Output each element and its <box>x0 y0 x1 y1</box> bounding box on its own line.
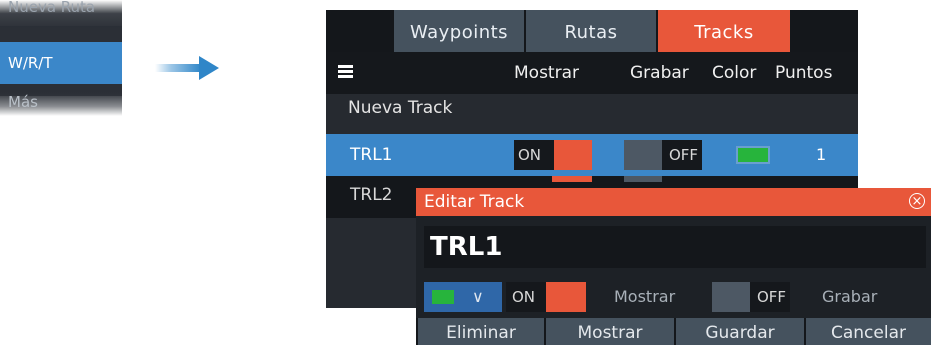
column-color[interactable]: Color <box>712 52 756 94</box>
tab-tracks[interactable]: Tracks <box>658 10 790 52</box>
menu-icon[interactable] <box>338 65 354 79</box>
track-name: TRL2 <box>350 185 393 205</box>
tab-waypoints[interactable]: Waypoints <box>394 10 524 52</box>
column-header: Mostrar Grabar Color Puntos <box>326 52 858 94</box>
show-toggle-label: ON <box>512 288 536 306</box>
track-color-swatch[interactable] <box>736 146 770 164</box>
track-name-field[interactable]: TRL1 <box>424 226 926 268</box>
column-grabar[interactable]: Grabar <box>630 52 689 94</box>
tab-rutas[interactable]: Rutas <box>526 10 656 52</box>
track-name-value: TRL1 <box>430 232 503 262</box>
new-track-item[interactable]: Nueva Track <box>348 98 452 118</box>
dialog-button-bar: Eliminar Mostrar Guardar Cancelar <box>416 318 931 345</box>
dialog-title: Editar Track <box>424 192 525 212</box>
menu-item-nueva-ruta[interactable]: Nueva Ruta <box>0 0 122 30</box>
show-toggle-label: ON <box>518 146 542 164</box>
edit-track-dialog: Editar Track × TRL1 ∨ ON Mostrar OFF Gra… <box>416 188 931 345</box>
toggle-knob <box>712 282 750 312</box>
track-points: 1 <box>816 145 827 164</box>
close-icon[interactable]: × <box>909 193 925 209</box>
track-name: TRL1 <box>350 145 393 165</box>
show-toggle[interactable]: ON <box>514 140 592 170</box>
column-mostrar[interactable]: Mostrar <box>514 52 579 94</box>
toggle-knob <box>624 140 662 170</box>
toggle-knob <box>554 140 592 170</box>
record-toggle-label: OFF <box>756 288 786 306</box>
delete-button[interactable]: Eliminar <box>418 318 544 345</box>
arrow-right-icon <box>155 56 219 80</box>
show-toggle-knob <box>552 176 592 182</box>
dialog-controls: ∨ ON Mostrar OFF Grabar <box>416 280 931 314</box>
menu-item-wrt[interactable]: W/R/T <box>0 42 122 84</box>
save-button[interactable]: Guardar <box>676 318 804 345</box>
toggle-knob <box>546 282 586 312</box>
menu-item-mas[interactable]: Más <box>0 92 122 116</box>
color-dropdown[interactable]: ∨ <box>424 282 502 312</box>
record-toggle[interactable]: OFF <box>624 140 702 170</box>
show-toggle[interactable]: ON <box>506 282 586 312</box>
dialog-titlebar: Editar Track × <box>416 188 931 216</box>
track-row[interactable]: TRL1 ON OFF 1 <box>326 134 858 176</box>
column-puntos[interactable]: Puntos <box>775 52 832 94</box>
color-swatch <box>432 290 454 304</box>
tab-bar: Waypoints Rutas Tracks <box>326 10 858 52</box>
record-toggle[interactable]: OFF <box>712 282 790 312</box>
show-label: Mostrar <box>614 287 676 306</box>
record-toggle-label: OFF <box>668 146 698 164</box>
record-label: Grabar <box>822 287 878 306</box>
chevron-down-icon: ∨ <box>472 287 484 306</box>
show-button[interactable]: Mostrar <box>546 318 674 345</box>
cancel-button[interactable]: Cancelar <box>806 318 931 345</box>
record-toggle-knob <box>624 176 662 182</box>
mini-menu: Nueva Ruta W/R/T Más <box>0 0 122 116</box>
